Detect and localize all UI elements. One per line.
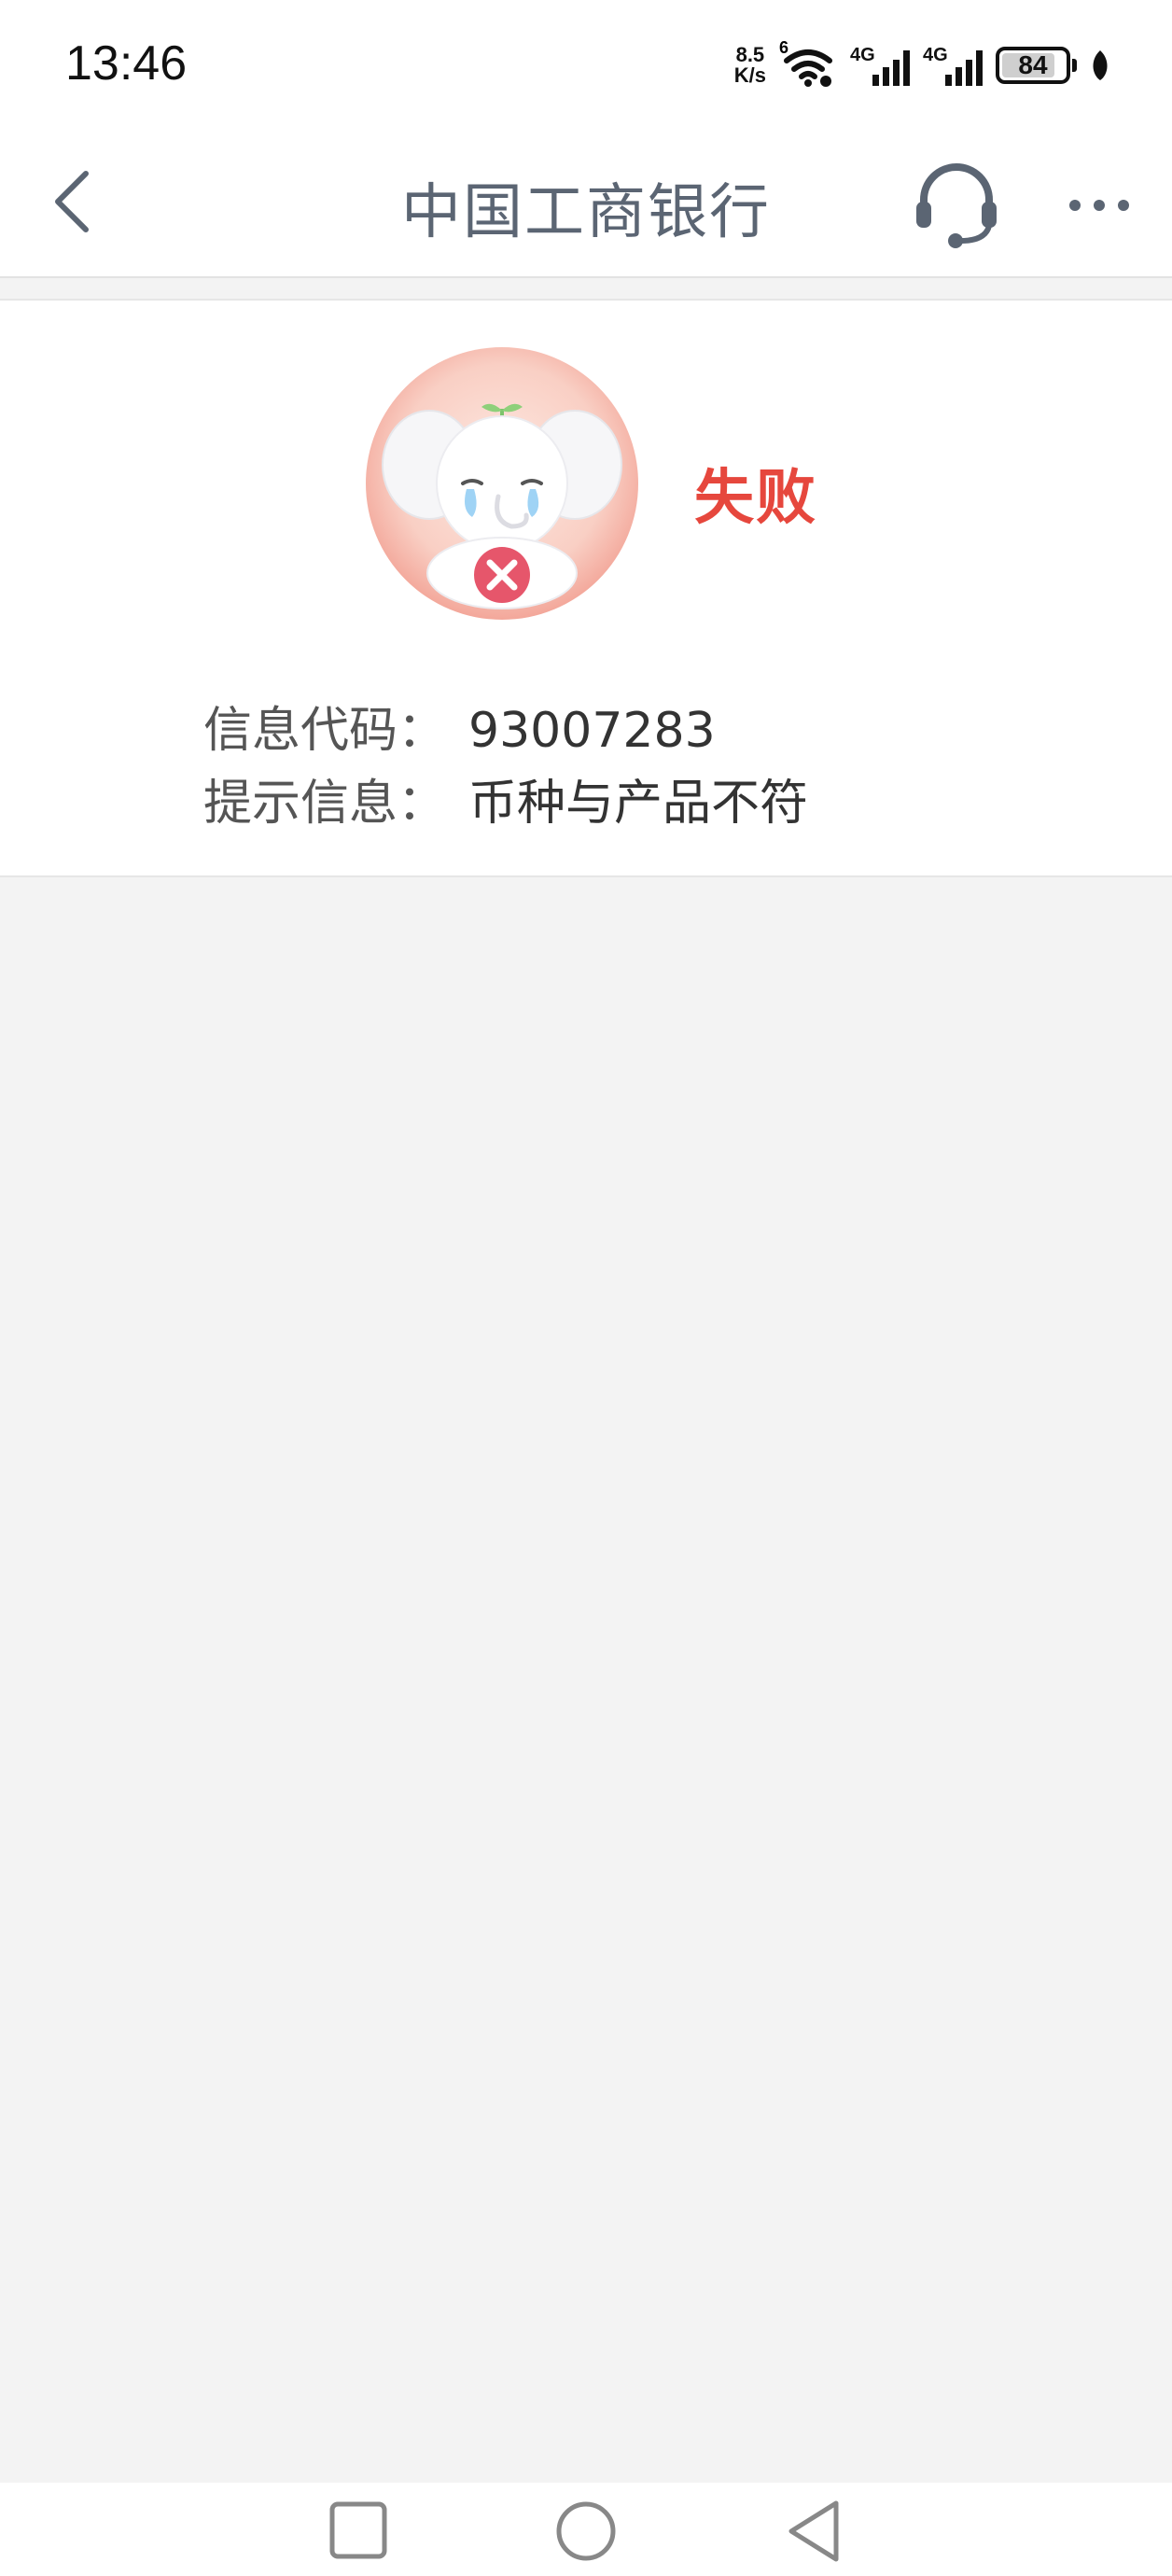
battery-tip: [1072, 59, 1077, 72]
hint-message-row: 提示信息： 币种与产品不符: [203, 763, 808, 833]
section-gap: [0, 278, 1172, 299]
wifi-badge: 6: [779, 38, 789, 57]
network-speed-value: 8.5: [735, 43, 765, 66]
back-triangle-icon: [788, 2500, 839, 2562]
signal-icon: 4G: [850, 45, 910, 86]
app-header: 中国工商银行: [0, 121, 1172, 278]
signal-label: 4G: [850, 45, 875, 65]
system-nav-bar: [0, 2483, 1172, 2576]
back-nav-button[interactable]: [773, 2494, 857, 2569]
network-speed: 8.5 K/s: [734, 45, 766, 86]
recent-apps-icon: [329, 2501, 387, 2559]
more-dots-icon: [1069, 200, 1129, 211]
result-status: 失败: [694, 464, 817, 533]
customer-service-button[interactable]: [905, 157, 1008, 250]
headset-icon: [916, 163, 997, 248]
home-button[interactable]: [544, 2494, 628, 2569]
home-icon: [556, 2501, 616, 2561]
signal-icon: 4G: [923, 45, 983, 86]
result-card: 失败 信息代码： 93007283 提示信息： 币种与产品不符: [0, 299, 1172, 877]
crying-elephant-error-icon: [366, 347, 638, 620]
info-code-row: 信息代码： 93007283: [203, 691, 716, 761]
battery-icon: 84: [996, 47, 1070, 84]
status-time: 13:46: [65, 36, 188, 91]
more-button[interactable]: [1054, 173, 1148, 238]
info-code-label: 信息代码：: [203, 703, 447, 759]
status-icons: 8.5 K/s 6 4G 4G 84: [734, 38, 1110, 91]
info-code-value: 93007283: [468, 703, 716, 759]
leaf-icon: [1093, 50, 1108, 80]
hint-message-value: 币种与产品不符: [468, 776, 809, 832]
signal-label: 4G: [923, 45, 948, 65]
network-speed-unit: K/s: [733, 63, 766, 87]
status-bar: 13:46 8.5 K/s 6 4G 4G 84: [0, 0, 1172, 121]
wifi-icon: 6: [779, 38, 837, 89]
battery-level: 84: [1018, 50, 1048, 79]
hint-message-label: 提示信息：: [203, 776, 447, 832]
recent-apps-button[interactable]: [316, 2494, 400, 2569]
